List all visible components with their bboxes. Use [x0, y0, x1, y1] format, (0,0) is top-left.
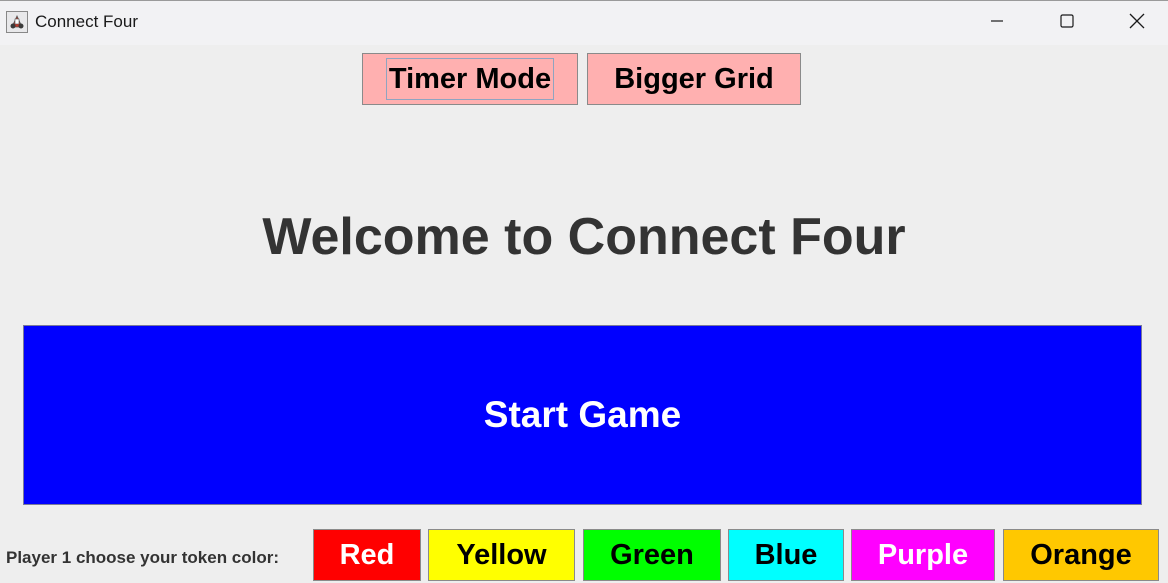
color-purple-button[interactable]: Purple — [851, 529, 995, 581]
color-green-label: Green — [610, 538, 694, 571]
timer-mode-button[interactable]: Timer Mode — [362, 53, 578, 105]
minimize-icon — [990, 14, 1004, 33]
java-app-icon — [6, 11, 28, 33]
color-blue-button[interactable]: Blue — [728, 529, 844, 581]
color-purple-label: Purple — [877, 538, 969, 571]
color-yellow-label: Yellow — [456, 538, 547, 571]
app-window: Connect Four Timer Mode Bigger Grid Welc… — [0, 0, 1168, 583]
close-icon — [1129, 13, 1145, 34]
minimize-button[interactable] — [962, 1, 1032, 45]
token-color-prompt: Player 1 choose your token color: — [6, 548, 280, 567]
start-game-button[interactable]: Start Game — [23, 325, 1142, 505]
welcome-heading: Welcome to Connect Four — [262, 208, 906, 266]
color-green-button[interactable]: Green — [583, 529, 721, 581]
color-red-label: Red — [339, 538, 395, 571]
color-orange-label: Orange — [1030, 538, 1132, 571]
color-blue-label: Blue — [754, 538, 818, 571]
timer-mode-label: Timer Mode — [385, 58, 555, 100]
color-orange-button[interactable]: Orange — [1003, 529, 1159, 581]
bigger-grid-label: Bigger Grid — [614, 62, 774, 95]
title-bar: Connect Four — [0, 1, 1168, 45]
maximize-button[interactable] — [1032, 1, 1102, 45]
window-title: Connect Four — [35, 12, 138, 31]
color-red-button[interactable]: Red — [313, 529, 421, 581]
close-button[interactable] — [1102, 1, 1168, 45]
start-game-label: Start Game — [483, 394, 682, 435]
maximize-icon — [1060, 13, 1074, 33]
bigger-grid-button[interactable]: Bigger Grid — [587, 53, 801, 105]
color-yellow-button[interactable]: Yellow — [428, 529, 575, 581]
